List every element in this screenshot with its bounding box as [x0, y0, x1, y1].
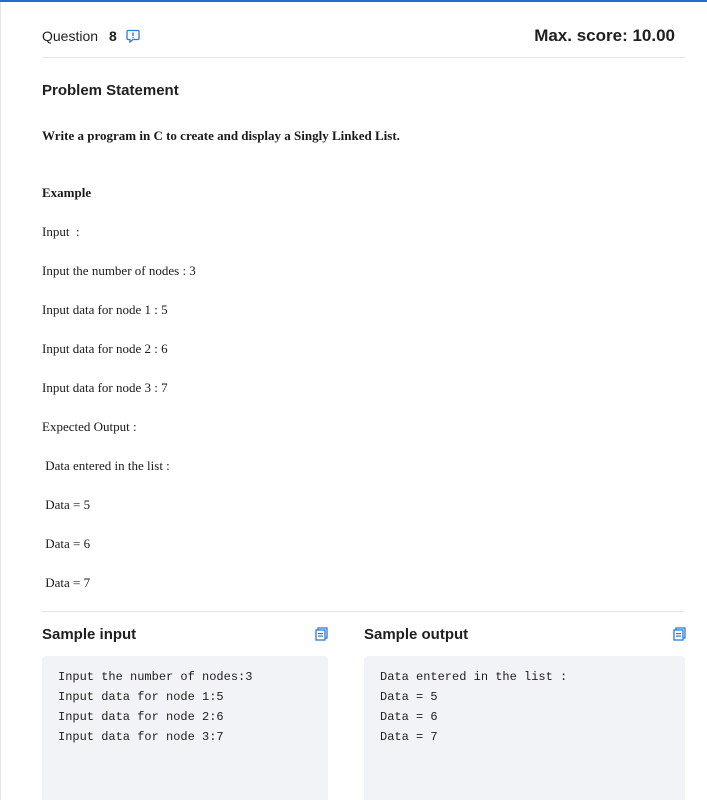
example-line: Input data for node 3 : 7 [42, 380, 168, 395]
sample-output-line: Data = 6 [380, 710, 438, 724]
sample-output-line: Data = 5 [380, 690, 438, 704]
example-line: Data = 7 [42, 575, 91, 590]
sample-input-line: Input data for node 1:5 [58, 690, 224, 704]
example-line: Data = 5 [42, 497, 91, 512]
example-heading: Example [42, 185, 92, 200]
sample-output-title: Sample output [364, 626, 469, 643]
top-accent-bar [0, 0, 707, 2]
copy-output-icon[interactable] [673, 627, 686, 641]
question-header: Question 8 Max. score: 10.00 [42, 24, 685, 50]
report-issue-icon[interactable] [126, 29, 140, 43]
example-line: Input data for node 1 : 5 [42, 302, 168, 317]
problem-statement-title: Problem Statement [42, 82, 179, 99]
max-score: Max. score: 10.00 [534, 26, 675, 45]
problem-description: Write a program in C to create and displ… [42, 128, 400, 143]
question-label: Question [42, 28, 99, 44]
sample-input-line: Input data for node 3:7 [58, 730, 224, 744]
sample-input-line: Input data for node 2:6 [58, 710, 224, 724]
example-line: Input the number of nodes : 3 [42, 263, 196, 278]
sample-input-box: Input the number of nodes:3 Input data f… [42, 656, 328, 800]
header-divider [42, 57, 685, 58]
example-line: Data entered in the list : [42, 458, 170, 473]
sample-output-line: Data = 7 [380, 730, 438, 744]
sample-input-line: Input the number of nodes:3 [58, 670, 253, 684]
sample-output-line: Data entered in the list : [380, 670, 568, 684]
example-line: Input data for node 2 : 6 [42, 341, 168, 356]
samples-divider [42, 611, 685, 612]
example-line: Expected Output : [42, 419, 137, 434]
left-divider [0, 2, 1, 800]
sample-input-title: Sample input [42, 626, 137, 643]
example-line: Data = 6 [42, 536, 91, 551]
copy-input-icon[interactable] [315, 627, 328, 641]
question-number: 8 [109, 28, 117, 44]
sample-output-box: Data entered in the list : Data = 5 Data… [364, 656, 685, 800]
example-line: Input : [42, 224, 80, 239]
